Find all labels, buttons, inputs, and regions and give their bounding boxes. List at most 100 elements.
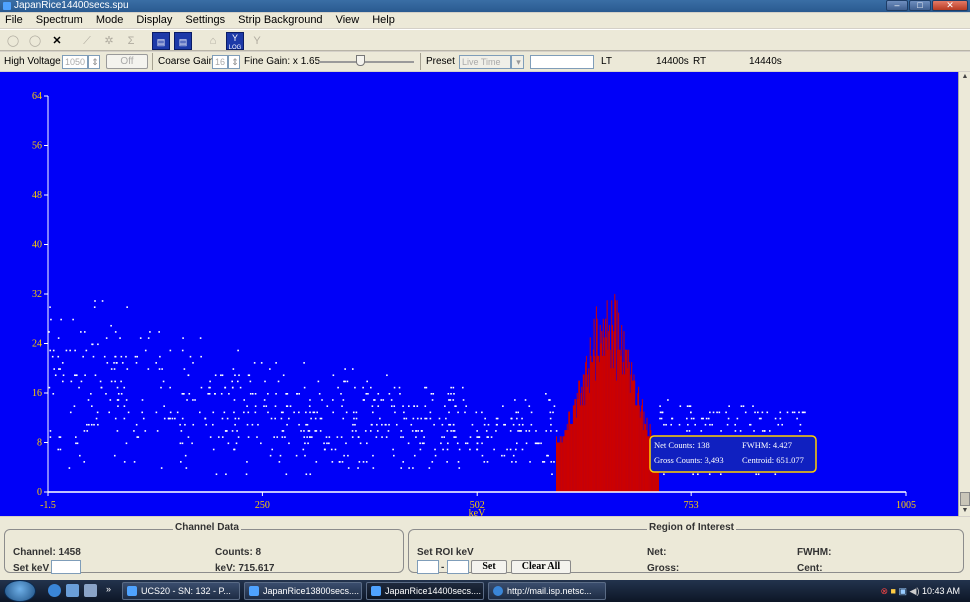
- menu-settings[interactable]: Settings: [185, 13, 225, 28]
- maximize-button[interactable]: □: [909, 0, 931, 11]
- alert-icon[interactable]: ⊗: [880, 586, 888, 596]
- close-window-button[interactable]: ✕: [932, 0, 968, 11]
- data-point: [417, 430, 419, 432]
- data-point: [355, 411, 358, 414]
- data-point: [667, 399, 669, 401]
- data-point: [161, 368, 163, 370]
- zoom-in-icon[interactable]: ◯: [4, 32, 22, 50]
- data-point: [372, 411, 374, 414]
- menu-view[interactable]: View: [336, 13, 360, 28]
- data-point: [370, 423, 373, 426]
- sum-icon[interactable]: Σ: [122, 32, 140, 50]
- data-point: [212, 448, 215, 451]
- data-point: [423, 442, 425, 445]
- window-switch-icon[interactable]: [84, 584, 97, 597]
- data-point: [524, 399, 527, 401]
- data-point: [781, 423, 783, 426]
- data-point: [481, 454, 484, 457]
- network-icon[interactable]: ▣: [899, 586, 908, 596]
- data-point: [407, 405, 410, 407]
- data-point: [802, 411, 805, 414]
- high-voltage-input[interactable]: 1050: [62, 55, 88, 69]
- volume-icon[interactable]: ◀): [910, 586, 920, 596]
- task-ucs20[interactable]: UCS20 - SN: 132 - P...: [122, 582, 240, 600]
- coarse-gain-input[interactable]: 16: [212, 55, 228, 69]
- report-icon[interactable]: ▤: [152, 32, 170, 50]
- data-point: [302, 448, 305, 451]
- task-japanrice13800[interactable]: JapanRice13800secs....: [244, 582, 362, 600]
- data-point: [257, 423, 259, 426]
- data-point: [50, 318, 52, 321]
- marker-icon[interactable]: Y: [248, 32, 266, 50]
- high-voltage-toggle[interactable]: Off: [106, 54, 148, 69]
- task-japanrice14400[interactable]: JapanRice14400secs....: [366, 582, 484, 600]
- menu-mode[interactable]: Mode: [96, 13, 124, 28]
- y-tick-label: 56: [32, 141, 42, 152]
- vertical-scrollbar[interactable]: ▲ ▼: [958, 72, 970, 516]
- log-scale-icon[interactable]: Y LOG: [226, 32, 244, 51]
- data-point: [110, 368, 113, 370]
- chevron-down-icon[interactable]: ▾: [511, 55, 524, 69]
- data-point: [284, 436, 286, 438]
- high-voltage-spinner[interactable]: ⇕: [88, 55, 100, 69]
- task-label: JapanRice14400secs....: [385, 586, 482, 596]
- data-point: [341, 461, 344, 463]
- data-point: [330, 448, 333, 451]
- data-point: [123, 417, 126, 420]
- menu-file[interactable]: File: [5, 13, 23, 28]
- scroll-thumb[interactable]: [960, 492, 970, 506]
- data-point: [280, 417, 283, 420]
- data-point: [697, 473, 699, 476]
- desktop-icon[interactable]: [66, 584, 79, 597]
- browser-icon[interactable]: [48, 584, 61, 597]
- overflow-chevron-icon[interactable]: »: [106, 584, 111, 594]
- data-point: [296, 393, 298, 395]
- roi-end-input[interactable]: [447, 560, 469, 574]
- data-point: [319, 430, 322, 432]
- data-point: [116, 430, 119, 432]
- peak-icon[interactable]: ⟋: [78, 32, 96, 50]
- data-point: [96, 411, 99, 414]
- taskbar: » UCS20 - SN: 132 - P... JapanRice13800s…: [0, 580, 970, 602]
- data-point: [758, 417, 761, 420]
- close-icon[interactable]: ✕: [48, 32, 66, 50]
- data-point: [455, 436, 457, 438]
- minimize-button[interactable]: –: [886, 0, 908, 11]
- menu-strip-background[interactable]: Strip Background: [238, 13, 322, 28]
- home-icon[interactable]: ⌂: [204, 32, 222, 50]
- data-point: [49, 436, 52, 438]
- fine-gain-slider[interactable]: [356, 55, 365, 66]
- data-point: [341, 405, 343, 407]
- zoom-out-icon[interactable]: ◯: [26, 32, 44, 50]
- data-point: [768, 430, 771, 432]
- clear-all-button[interactable]: Clear All: [511, 560, 571, 574]
- menu-spectrum[interactable]: Spectrum: [36, 13, 83, 28]
- data-point: [510, 417, 513, 420]
- roi-icon[interactable]: ✲: [100, 32, 118, 50]
- start-button[interactable]: [4, 580, 36, 602]
- menu-help[interactable]: Help: [372, 13, 395, 28]
- data-point: [160, 386, 162, 389]
- preset-select[interactable]: Live Time: [459, 55, 511, 69]
- spectrum-plot[interactable]: 0 8 16 24 32 40 48 56 64 -1.5 250 502 753 1005 keV Ne…: [0, 72, 958, 519]
- coarse-gain-spinner[interactable]: ⇕: [228, 55, 240, 69]
- data-point: [362, 386, 364, 389]
- roi-start-input[interactable]: [417, 560, 439, 574]
- data-point: [753, 430, 755, 432]
- data-point: [188, 393, 191, 395]
- set-roi-button[interactable]: Set: [471, 560, 507, 574]
- data-point: [679, 405, 682, 407]
- preset-input[interactable]: [530, 55, 594, 69]
- data-point: [192, 399, 194, 401]
- y-tick-label: 40: [32, 240, 42, 251]
- security-icon[interactable]: ■: [891, 586, 896, 596]
- data-point: [551, 473, 553, 476]
- data-point: [144, 430, 147, 432]
- menu-display[interactable]: Display: [136, 13, 172, 28]
- scroll-down-icon[interactable]: ▼: [960, 506, 970, 516]
- data-point: [354, 423, 356, 426]
- scroll-up-icon[interactable]: ▲: [960, 72, 970, 82]
- task-mail-browser[interactable]: http://mail.isp.netsc...: [488, 582, 606, 600]
- set-kev-input[interactable]: [51, 560, 81, 574]
- print-icon[interactable]: ▤: [174, 32, 192, 50]
